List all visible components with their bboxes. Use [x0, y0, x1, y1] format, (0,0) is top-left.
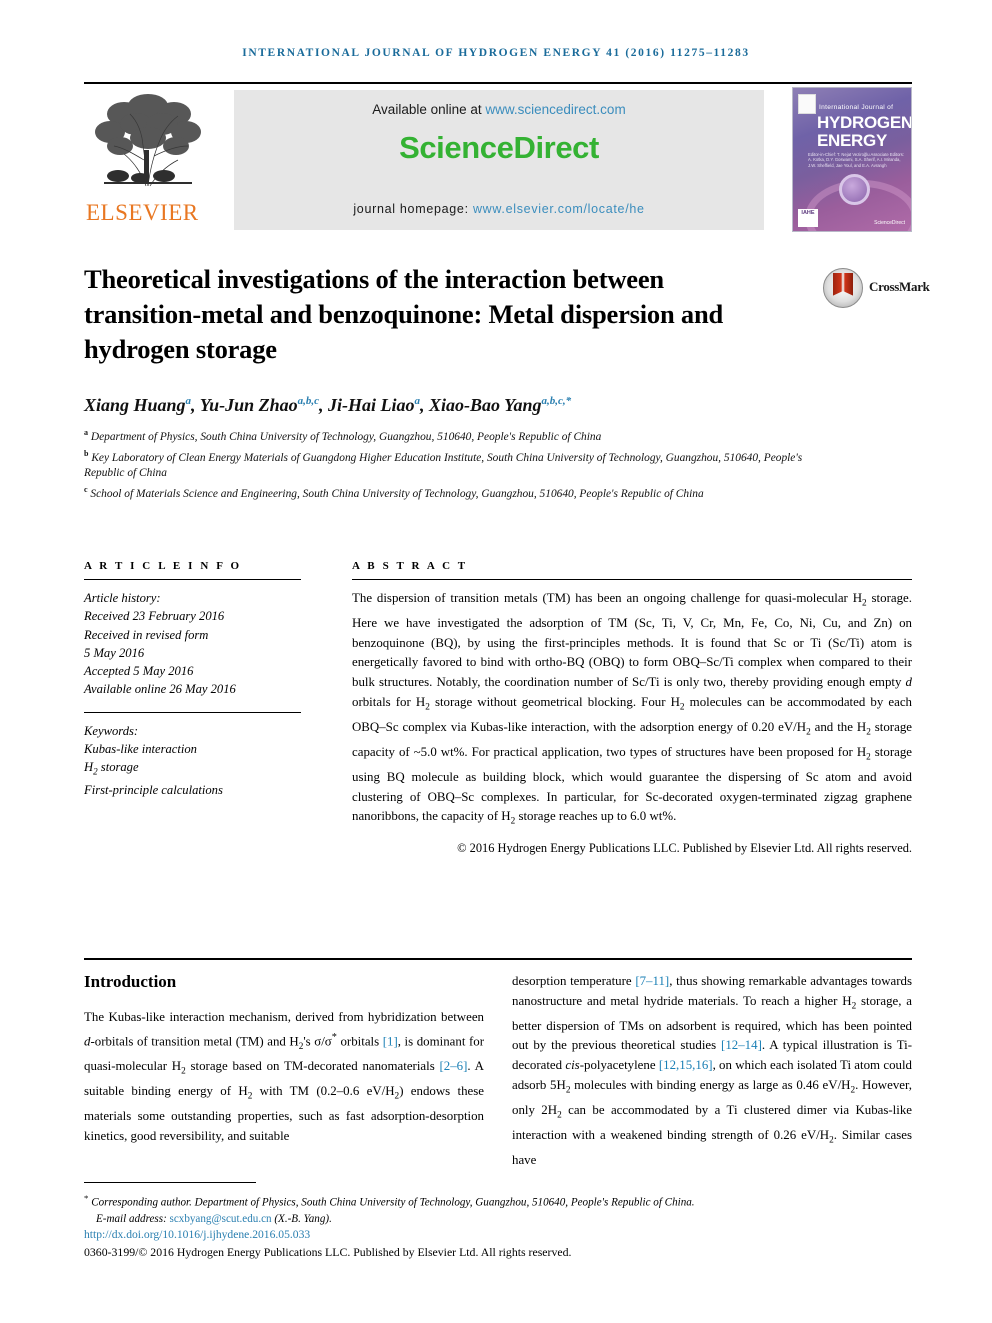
page-title: Theoretical investigations of the intera… — [84, 264, 724, 364]
author-affil-marks: a — [185, 395, 192, 407]
abstract-copyright: © 2016 Hydrogen Energy Publications LLC.… — [457, 841, 912, 856]
article-history-item: 5 May 2016 — [84, 645, 145, 660]
affiliation-item: a Department of Physics, South China Uni… — [84, 425, 804, 446]
abstract-text: The dispersion of transition metals (TM)… — [352, 591, 913, 827]
available-online-text: Available online at — [372, 102, 486, 117]
article-history-item: Available online 26 May 2016 — [84, 682, 236, 697]
email-link[interactable]: scxbyang@scut.edu.cn — [170, 1213, 272, 1225]
footnote-block: * Corresponding author. Department of Ph… — [84, 1190, 914, 1227]
affiliation-mark: b — [84, 448, 89, 458]
corresponding-author-line: * Corresponding author. Department of Ph… — [84, 1190, 914, 1211]
intro-paragraph-left: The Kubas-like interaction mechanism, de… — [84, 1010, 485, 1143]
elsevier-wordmark: ELSEVIER — [86, 200, 199, 225]
elsevier-logo: ELSEVIER — [84, 90, 216, 230]
cover-sciencedirect-mark: ScienceDirect — [874, 220, 905, 226]
affiliation-item: c School of Materials Science and Engine… — [84, 482, 804, 503]
cover-subtitle: International Journal of — [819, 104, 894, 111]
article-info-heading: A R T I C L E I N F O — [84, 560, 242, 572]
email-suffix: (X.-B. Yang). — [271, 1212, 332, 1225]
cover-iahe-badge: IAHE — [798, 209, 818, 227]
author-affil-marks: a,b,c,* — [541, 395, 572, 407]
article-history-item: Accepted 5 May 2016 — [84, 664, 194, 679]
author-name: Ji-Hai Liao — [328, 395, 415, 415]
affiliation-text: School of Materials Science and Engineer… — [90, 487, 704, 500]
article-info-rule — [84, 579, 301, 580]
crossmark-icon — [823, 268, 863, 308]
sciencedirect-url-link[interactable]: www.sciencedirect.com — [485, 102, 625, 117]
article-history-item: Received in revised form — [84, 627, 209, 642]
citation-link[interactable]: [1] — [383, 1034, 398, 1048]
citation-link[interactable]: [7–11] — [635, 974, 669, 988]
affiliation-text: Key Laboratory of Clean Energy Materials… — [84, 451, 803, 480]
citation-link[interactable]: [12–14] — [721, 1038, 762, 1052]
affiliation-text: Department of Physics, South China Unive… — [90, 430, 602, 443]
journal-banner: ELSEVIER Available online at www.science… — [84, 82, 912, 232]
cover-elsevier-mark-icon — [798, 94, 816, 114]
citation-link[interactable]: [12,15,16] — [659, 1058, 713, 1072]
affiliation-mark: c — [84, 484, 88, 494]
body-column-right: desorption temperature [7–11], thus show… — [512, 972, 912, 1171]
crossmark-book-icon — [833, 273, 853, 296]
author-name: Yu-Jun Zhao — [199, 395, 298, 415]
keyword-item: First-principle calculations — [84, 783, 223, 798]
author-list: Xiang Huanga, Yu-Jun Zhaoa,b,c, Ji-Hai L… — [84, 395, 572, 415]
affiliation-mark: a — [84, 428, 88, 437]
body-column-left: Introduction The Kubas-like interaction … — [84, 972, 484, 1147]
abstract-heading: A B S T R A C T — [352, 560, 468, 572]
article-history-item: Received 23 February 2016 — [84, 609, 225, 624]
corresponding-author-address: Department of Physics, South China Unive… — [191, 1196, 695, 1209]
body-top-rule — [84, 958, 912, 960]
keyword-item: Kubas-like interaction — [84, 742, 197, 757]
cover-title-line2: ENERGY — [817, 131, 887, 150]
email-line: E-mail address: scxbyang@scut.edu.cn (X.… — [84, 1211, 914, 1227]
crossmark-badge[interactable]: CrossMark — [823, 268, 930, 308]
journal-cover-thumbnail[interactable]: International Journal of HYDROGEN ENERGY… — [792, 87, 912, 232]
keyword-item: H2 storage — [84, 760, 139, 777]
sciencedirect-box: Available online at www.sciencedirect.co… — [234, 90, 764, 230]
footnote-rule — [84, 1182, 256, 1183]
email-label: E-mail address: — [96, 1212, 170, 1225]
author-name: Xiang Huang — [84, 395, 186, 415]
journal-homepage-line: journal homepage: www.elsevier.com/locat… — [234, 202, 764, 216]
corresponding-author-label: Corresponding author. — [91, 1196, 192, 1209]
article-history-label: Article history: — [84, 591, 161, 605]
journal-homepage-link[interactable]: www.elsevier.com/locate/he — [473, 202, 645, 216]
citation-link[interactable]: [2–6] — [440, 1059, 468, 1073]
sciencedirect-wordmark[interactable]: ScienceDirect — [234, 130, 764, 166]
asterisk-icon: * — [84, 1193, 89, 1203]
affiliation-item: b Key Laboratory of Clean Energy Materia… — [84, 446, 804, 482]
affiliation-list: a Department of Physics, South China Uni… — [84, 425, 804, 503]
author-name: Xiao-Bao Yang — [429, 395, 542, 415]
available-online-line: Available online at www.sciencedirect.co… — [234, 102, 764, 117]
running-head: INTERNATIONAL JOURNAL OF HYDROGEN ENERGY… — [242, 47, 750, 59]
abstract-column: A B S T R A C T The dispersion of transi… — [352, 560, 912, 858]
keywords-block: Keywords: Kubas-like interaction H2 stor… — [84, 722, 301, 800]
author-affil-marks: a — [414, 395, 421, 407]
banner-top-rule — [84, 82, 912, 84]
author-affil-marks: a,b,c — [297, 395, 319, 407]
intro-paragraph-right: desorption temperature [7–11], thus show… — [512, 974, 913, 1168]
keywords-rule — [84, 711, 301, 713]
cover-editors: Editor-in-Chief: T. Nejat Veziroğlu Asso… — [808, 152, 905, 168]
issn-copyright-line: 0360-3199/© 2016 Hydrogen Energy Publica… — [84, 1245, 572, 1259]
keywords-label: Keywords: — [84, 723, 139, 738]
paper-page: INTERNATIONAL JOURNAL OF HYDROGEN ENERGY… — [0, 0, 992, 1323]
article-info-column: A R T I C L E I N F O Article history: R… — [84, 560, 301, 799]
journal-homepage-label: journal homepage: — [353, 202, 473, 216]
elsevier-tree-icon — [84, 90, 212, 198]
abstract-rule — [352, 579, 912, 580]
cover-ring-graphic — [839, 174, 870, 205]
article-history-block: Article history: Received 23 February 20… — [84, 589, 301, 699]
crossmark-label: CrossMark — [869, 279, 930, 294]
cover-title-line1: HYDROGEN — [817, 113, 912, 132]
section-heading-introduction: Introduction — [84, 972, 177, 991]
doi-link[interactable]: http://dx.doi.org/10.1016/j.ijhydene.201… — [84, 1228, 310, 1241]
title-block: Theoretical investigations of the intera… — [84, 262, 784, 367]
